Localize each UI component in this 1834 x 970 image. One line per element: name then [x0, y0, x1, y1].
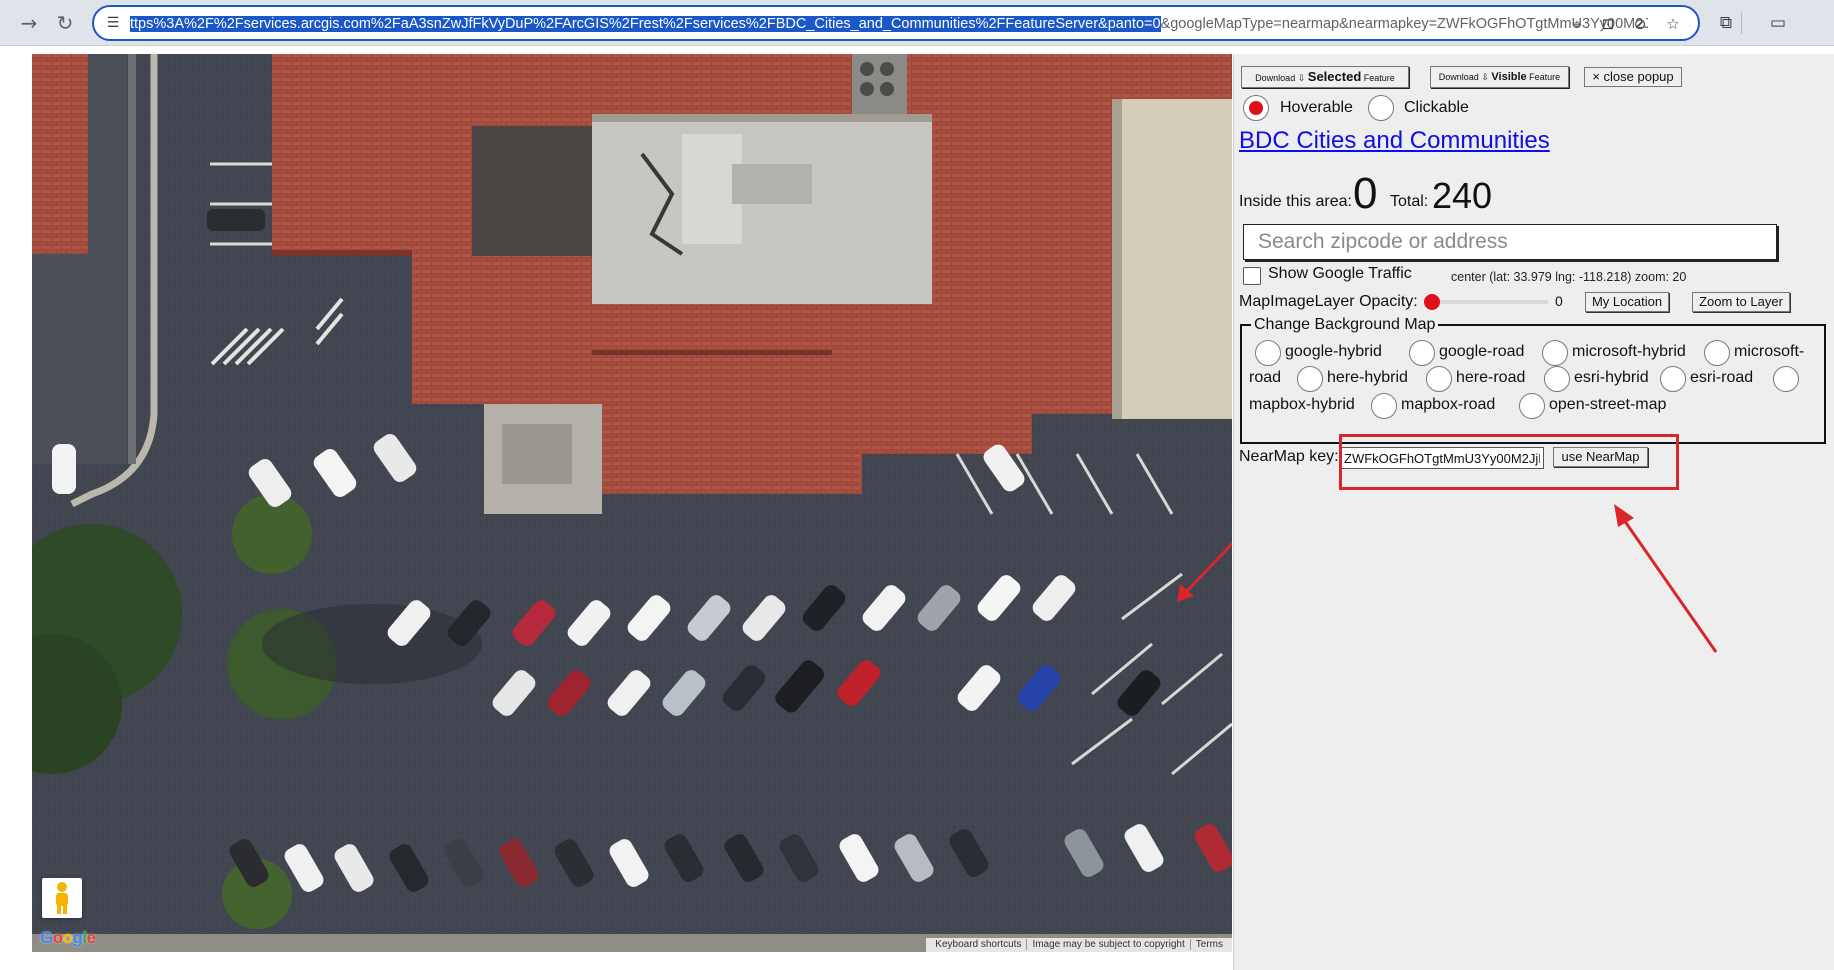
- esri-road-radio[interactable]: [1660, 366, 1686, 392]
- address-bar[interactable]: ☰ ttps%3A%2F%2Fservices.arcgis.com%2FaA3…: [92, 5, 1700, 41]
- google-logo[interactable]: Google: [40, 928, 96, 948]
- google-road-radio[interactable]: [1409, 340, 1435, 366]
- here-hybrid-radio[interactable]: [1297, 366, 1323, 392]
- satellite-imagery: [32, 54, 1232, 952]
- opacity-slider-track[interactable]: [1428, 300, 1548, 304]
- search-input[interactable]: [1243, 224, 1777, 260]
- opacity-label: MapImageLayer Opacity:: [1239, 293, 1418, 310]
- background-map-legend: Change Background Map: [1251, 316, 1439, 334]
- download-selected-button[interactable]: Download ⇩ Selected Feature: [1241, 66, 1409, 88]
- feature-panel: Download ⇩ Selected Feature Download ⇩ V…: [1233, 54, 1834, 970]
- open-street-map-radio[interactable]: [1519, 393, 1545, 419]
- here-road-label: here-road: [1456, 369, 1526, 386]
- clickable-radio[interactable]: [1368, 95, 1394, 121]
- mapbox-road-label: mapbox-road: [1401, 396, 1496, 413]
- url-selected-text: ttps%3A%2F%2Fservices.arcgis.com%2FaA3sn…: [130, 16, 1161, 32]
- extensions-icon[interactable]: ⧉: [1713, 10, 1739, 36]
- opacity-slider-thumb[interactable]: [1424, 294, 1440, 310]
- close-popup-button[interactable]: × close popup: [1584, 67, 1682, 87]
- download-selected-bold: Selected: [1307, 69, 1362, 84]
- microsoft-road-label-start: microsoft-: [1734, 343, 1805, 360]
- reload-icon[interactable]: ↻: [52, 10, 78, 36]
- url-text[interactable]: ttps%3A%2F%2Fservices.arcgis.com%2FaA3sn…: [130, 14, 1648, 34]
- download-selected-prefix: Download: [1255, 73, 1296, 83]
- pegman-street-view-icon[interactable]: [42, 878, 82, 918]
- google-logo-letter: o: [62, 928, 73, 947]
- google-traffic-checkbox[interactable]: [1243, 267, 1261, 285]
- google-hybrid-radio[interactable]: [1255, 340, 1281, 366]
- map-attribution: Keyboard shortcuts Image may be subject t…: [926, 938, 1232, 952]
- mapbox-hybrid-label: mapbox-hybrid: [1249, 396, 1355, 413]
- total-count: 240: [1432, 175, 1493, 216]
- download-visible-suffix: Feature: [1529, 72, 1561, 82]
- inside-area-label: Inside this area:: [1239, 193, 1352, 210]
- my-location-button[interactable]: My Location: [1585, 292, 1669, 312]
- layer-title-link[interactable]: BDC Cities and Communities: [1239, 127, 1550, 155]
- esri-road-label: esri-road: [1690, 369, 1754, 386]
- esri-hybrid-label: esri-hybrid: [1574, 369, 1649, 386]
- nearmap-key-label: NearMap key:: [1239, 448, 1339, 465]
- inside-area-count: 0: [1353, 169, 1378, 218]
- browser-toolbar: → ↻ ☰ ttps%3A%2F%2Fservices.arcgis.com%2…: [0, 0, 1834, 46]
- google-logo-letter: G: [40, 928, 53, 947]
- keyboard-shortcuts-link[interactable]: Keyboard shortcuts: [930, 939, 1026, 950]
- map-view[interactable]: Google Keyboard shortcuts Image may be su…: [32, 54, 1232, 952]
- map-center-readout: center (lat: 33.979 lng: -118.218) zoom:…: [1451, 270, 1687, 284]
- microsoft-hybrid-label: microsoft-hybrid: [1572, 343, 1686, 360]
- forward-icon[interactable]: →: [16, 10, 42, 36]
- toolbar-divider: [1741, 12, 1742, 34]
- download-visible-prefix: Download: [1438, 72, 1479, 82]
- here-road-radio[interactable]: [1426, 366, 1452, 392]
- hoverable-label: Hoverable: [1280, 99, 1353, 116]
- google-logo-letter: g: [72, 928, 83, 947]
- star-icon[interactable]: ☆: [1662, 13, 1684, 35]
- google-traffic-label: Show Google Traffic: [1268, 265, 1412, 282]
- location-icon[interactable]: ⌖: [1566, 13, 1588, 35]
- copyright-notice: Image may be subject to copyright: [1026, 939, 1190, 950]
- cast-icon[interactable]: ▭: [1765, 10, 1791, 36]
- terms-link[interactable]: Terms: [1189, 939, 1228, 950]
- opacity-value: 0: [1555, 293, 1563, 309]
- zoom-to-layer-button[interactable]: Zoom to Layer: [1692, 292, 1790, 312]
- hoverable-radio[interactable]: [1243, 95, 1269, 121]
- here-hybrid-label: here-hybrid: [1327, 369, 1408, 386]
- mapbox-road-radio[interactable]: [1371, 393, 1397, 419]
- microsoft-road-radio[interactable]: [1704, 340, 1730, 366]
- microsoft-road-label-end: road: [1249, 369, 1282, 386]
- esri-hybrid-radio[interactable]: [1544, 366, 1570, 392]
- download-visible-bold: Visible: [1491, 71, 1527, 83]
- download-selected-suffix: Feature: [1363, 73, 1395, 83]
- google-road-label: google-road: [1439, 343, 1525, 360]
- open-street-map-label: open-street-map: [1549, 396, 1667, 413]
- download-visible-button[interactable]: Download ⇩ Visible Feature: [1430, 66, 1569, 88]
- microsoft-hybrid-radio[interactable]: [1542, 340, 1568, 366]
- google-logo-letter: e: [86, 928, 96, 947]
- clickable-label: Clickable: [1404, 99, 1469, 116]
- eye-off-icon[interactable]: ⊘: [1629, 13, 1651, 35]
- background-map-fieldset: Change Background Map google-hybrid goog…: [1240, 316, 1826, 444]
- download-arrow-icon: ⇩: [1481, 72, 1489, 82]
- annotation-arrow-icon: [1614, 504, 1718, 653]
- google-hybrid-label: google-hybrid: [1285, 343, 1382, 360]
- total-label: Total:: [1390, 193, 1429, 210]
- google-logo-letter: o: [52, 928, 63, 947]
- lens-icon[interactable]: ⊡: [1597, 13, 1619, 35]
- download-arrow-icon: ⇩: [1297, 73, 1306, 83]
- mapbox-hybrid-radio[interactable]: [1773, 366, 1799, 392]
- site-settings-icon[interactable]: ☰: [103, 14, 123, 32]
- annotation-highlight-box: [1339, 434, 1679, 490]
